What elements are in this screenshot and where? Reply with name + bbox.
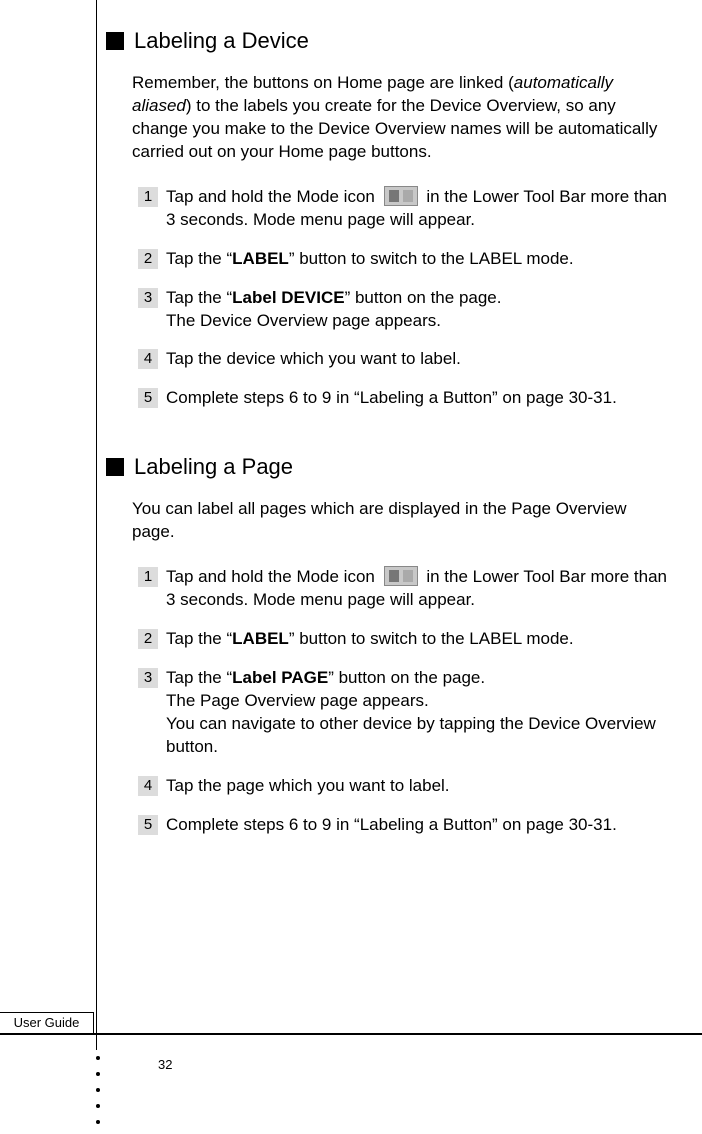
step-body: Tap the “LABEL” button to switch to the …	[166, 248, 668, 271]
footer-rule	[0, 1033, 702, 1035]
step-text-bold: LABEL	[232, 629, 289, 648]
step-text-post: ” button on the page.	[328, 668, 485, 687]
step-item: 1 Tap and hold the Mode icon in the Lowe…	[138, 186, 668, 232]
step-text-pre: Tap the “	[166, 629, 232, 648]
step-body: Tap and hold the Mode icon in the Lower …	[166, 186, 668, 232]
step-text-pre: Tap the “	[166, 668, 232, 687]
step-body: Tap the “LABEL” button to switch to the …	[166, 628, 668, 651]
step-body: Complete steps 6 to 9 in “Labeling a But…	[166, 387, 668, 410]
step-number: 2	[138, 249, 158, 269]
step-text-pre: Tap the “	[166, 249, 232, 268]
step-text-post: ” button to switch to the LABEL mode.	[289, 629, 574, 648]
page-number: 32	[158, 1057, 172, 1072]
steps-list-2: 1 Tap and hold the Mode icon in the Lowe…	[138, 566, 668, 836]
step-number: 4	[138, 349, 158, 369]
mode-icon	[384, 566, 418, 586]
document-page: Labeling a Device Remember, the buttons …	[0, 0, 702, 1134]
heading-text: Labeling a Page	[134, 454, 293, 480]
step-body: Tap the page which you want to label.	[166, 775, 668, 798]
square-bullet-icon	[106, 458, 124, 476]
intro-paragraph: You can label all pages which are displa…	[132, 498, 668, 544]
step-number: 5	[138, 388, 158, 408]
user-guide-label: User Guide	[0, 1012, 94, 1034]
step-text-post: ” button on the page.	[345, 288, 502, 307]
heading-text: Labeling a Device	[134, 28, 309, 54]
margin-rule	[96, 0, 97, 1050]
step-item: 5 Complete steps 6 to 9 in “Labeling a B…	[138, 387, 668, 410]
step-body: Tap the device which you want to label.	[166, 348, 668, 371]
step-item: 3 Tap the “Label DEVICE” button on the p…	[138, 287, 668, 333]
intro-paragraph: Remember, the buttons on Home page are l…	[132, 72, 668, 164]
section-labeling-page: Labeling a Page You can label all pages …	[112, 454, 668, 836]
step-text-post: ” button to switch to the LABEL mode.	[289, 249, 574, 268]
intro-text-pre: Remember, the buttons on Home page are l…	[132, 73, 514, 92]
step-number: 5	[138, 815, 158, 835]
step-text-pre: Tap the “	[166, 288, 232, 307]
step-text-pre: Tap and hold the Mode icon	[166, 567, 380, 586]
dot-icon	[96, 1088, 100, 1092]
step-number: 1	[138, 187, 158, 207]
step-item: 4 Tap the page which you want to label.	[138, 775, 668, 798]
step-body: Tap and hold the Mode icon in the Lower …	[166, 566, 668, 612]
dot-icon	[96, 1056, 100, 1060]
step-item: 4 Tap the device which you want to label…	[138, 348, 668, 371]
mode-icon	[384, 186, 418, 206]
footer-dots	[96, 1044, 100, 1124]
step-number: 3	[138, 288, 158, 308]
step-item: 2 Tap the “LABEL” button to switch to th…	[138, 248, 668, 271]
heading-labeling-page: Labeling a Page	[106, 454, 668, 480]
step-text-bold: LABEL	[232, 249, 289, 268]
step-number: 2	[138, 629, 158, 649]
dot-icon	[96, 1120, 100, 1124]
heading-labeling-device: Labeling a Device	[106, 28, 668, 54]
content-area: Labeling a Device Remember, the buttons …	[112, 28, 668, 853]
step-text-bold: Label DEVICE	[232, 288, 344, 307]
step-item: 5 Complete steps 6 to 9 in “Labeling a B…	[138, 814, 668, 837]
step-text-pre: Tap and hold the Mode icon	[166, 187, 380, 206]
step-number: 3	[138, 668, 158, 688]
step-item: 1 Tap and hold the Mode icon in the Lowe…	[138, 566, 668, 612]
step-number: 1	[138, 567, 158, 587]
steps-list-1: 1 Tap and hold the Mode icon in the Lowe…	[138, 186, 668, 411]
step-text-line2: The Page Overview page appears.	[166, 691, 429, 710]
step-body: Tap the “Label DEVICE” button on the pag…	[166, 287, 668, 333]
step-text-line2: The Device Overview page appears.	[166, 311, 441, 330]
dot-icon	[96, 1072, 100, 1076]
dot-icon	[96, 1104, 100, 1108]
step-text-bold: Label PAGE	[232, 668, 328, 687]
intro-text-post: ) to the labels you create for the Devic…	[132, 96, 657, 161]
step-number: 4	[138, 776, 158, 796]
square-bullet-icon	[106, 32, 124, 50]
step-body: Complete steps 6 to 9 in “Labeling a But…	[166, 814, 668, 837]
step-item: 2 Tap the “LABEL” button to switch to th…	[138, 628, 668, 651]
step-item: 3 Tap the “Label PAGE” button on the pag…	[138, 667, 668, 759]
step-body: Tap the “Label PAGE” button on the page.…	[166, 667, 668, 759]
step-text-line3: You can navigate to other device by tapp…	[166, 714, 656, 756]
